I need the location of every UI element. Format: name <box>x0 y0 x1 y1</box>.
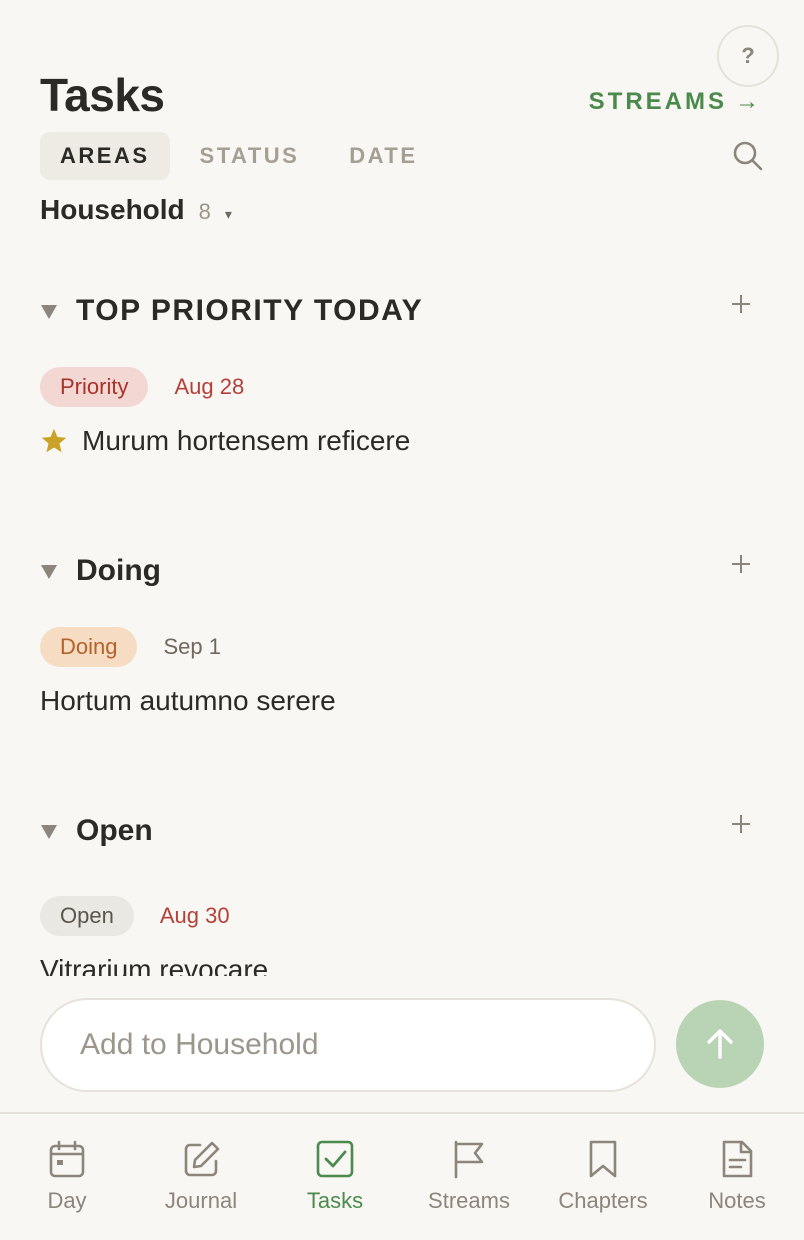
task-title-row: Vitrarium revocare <box>40 954 764 976</box>
nav-label: Day <box>47 1188 87 1213</box>
calendar-icon <box>49 1140 85 1178</box>
collapse-caret-icon[interactable] <box>40 302 58 320</box>
nav-label: Journal <box>164 1188 238 1213</box>
section-header[interactable]: TOP PRIORITY TODAY <box>40 291 764 331</box>
bookmark-icon <box>589 1140 617 1178</box>
nav-label: Streams <box>428 1188 510 1213</box>
task-title-row: Murum hortensem reficere <box>40 425 764 457</box>
task-item[interactable]: Open Aug 30 Vitrarium revocare <box>40 880 764 976</box>
section-title: Open <box>76 814 153 847</box>
section-header[interactable]: Open <box>40 811 764 851</box>
task-due-date: Aug 30 <box>159 903 230 928</box>
checkbox-icon <box>316 1140 354 1178</box>
nav-item-notes[interactable]: Notes <box>670 1114 804 1240</box>
task-title-row: Hortum autumno serere <box>40 685 764 717</box>
section-doing: Doing Doing Sep 1 Hortum autumno serere <box>40 551 764 717</box>
edit-icon <box>184 1141 220 1177</box>
note-icon <box>722 1140 753 1178</box>
section-open: Open <box>40 811 764 851</box>
task-item[interactable]: Priority Aug 28 Murum hortensem reficere <box>40 367 764 457</box>
task-title: Vitrarium revocare <box>40 954 269 976</box>
task-meta: Doing Sep 1 <box>40 627 764 667</box>
status-badge: Doing <box>40 627 138 667</box>
scroll-clip: Open Aug 30 Vitrarium revocare <box>0 880 804 976</box>
nav-item-tasks[interactable]: Tasks <box>268 1114 402 1240</box>
nav-item-chapters[interactable]: Chapters <box>536 1114 670 1240</box>
collapse-caret-icon[interactable] <box>40 822 58 840</box>
nav-item-day[interactable]: Day <box>0 1114 134 1240</box>
task-item[interactable]: Doing Sep 1 Hortum autumno serere <box>40 627 764 717</box>
nav-label: Tasks <box>306 1188 364 1213</box>
nav-item-journal[interactable]: Journal <box>134 1114 268 1240</box>
bottom-nav: Day Journal Tasks Streams Chapters Notes <box>0 1112 804 1240</box>
task-meta: Open Aug 30 <box>40 896 764 936</box>
task-title: Hortum autumno serere <box>40 685 336 716</box>
tab-status[interactable]: STATUS <box>180 132 320 180</box>
arrow-up-icon <box>707 1029 733 1059</box>
task-meta: Priority Aug 28 <box>40 367 764 407</box>
streams-link-label: STREAMS <box>588 88 727 115</box>
tab-areas[interactable]: AREAS <box>40 132 170 180</box>
nav-label: Chapters <box>558 1188 648 1213</box>
status-badge: Priority <box>40 367 149 407</box>
task-due-date: Sep 1 <box>163 634 221 659</box>
status-badge: Open <box>40 896 134 936</box>
area-task-count: 8 <box>198 199 211 224</box>
nav-label: Notes <box>708 1188 766 1213</box>
page-title: Tasks <box>40 69 165 121</box>
help-label: ? <box>741 43 755 68</box>
section-top-priority: TOP PRIORITY TODAY Priority Aug 28 Murum… <box>40 291 764 457</box>
help-button[interactable]: ? <box>717 25 779 87</box>
add-task-input[interactable] <box>80 1028 654 1062</box>
area-selector[interactable]: Household 8 ▾ <box>40 194 232 226</box>
plus-icon <box>732 815 750 833</box>
search-icon[interactable] <box>732 140 764 172</box>
nav-item-streams[interactable]: Streams <box>402 1114 536 1240</box>
task-title: Murum hortensem reficere <box>82 425 411 456</box>
flag-icon <box>454 1140 484 1179</box>
tasks-screen: ? Tasks STREAMS → AREAS STATUS DATE Hous… <box>0 0 804 1240</box>
view-tabs: AREAS STATUS DATE <box>40 132 448 180</box>
tab-date[interactable]: DATE <box>329 132 437 180</box>
add-task-button[interactable] <box>728 811 754 837</box>
add-task-button[interactable] <box>728 291 754 317</box>
task-due-date: Aug 28 <box>174 374 245 399</box>
star-icon[interactable] <box>40 427 68 455</box>
plus-icon <box>732 295 750 313</box>
area-name: Household <box>40 194 185 225</box>
send-button[interactable] <box>676 1000 764 1088</box>
collapse-caret-icon[interactable] <box>40 562 58 580</box>
section-title: TOP PRIORITY TODAY <box>76 294 424 327</box>
add-task-composer[interactable] <box>40 998 656 1092</box>
arrow-right-icon: → <box>735 88 762 115</box>
plus-icon <box>732 555 750 573</box>
section-title: Doing <box>76 554 161 587</box>
caret-down-icon: ▾ <box>224 206 232 222</box>
streams-link[interactable]: STREAMS → <box>589 88 762 116</box>
section-header[interactable]: Doing <box>40 551 764 591</box>
add-task-button[interactable] <box>728 551 754 577</box>
